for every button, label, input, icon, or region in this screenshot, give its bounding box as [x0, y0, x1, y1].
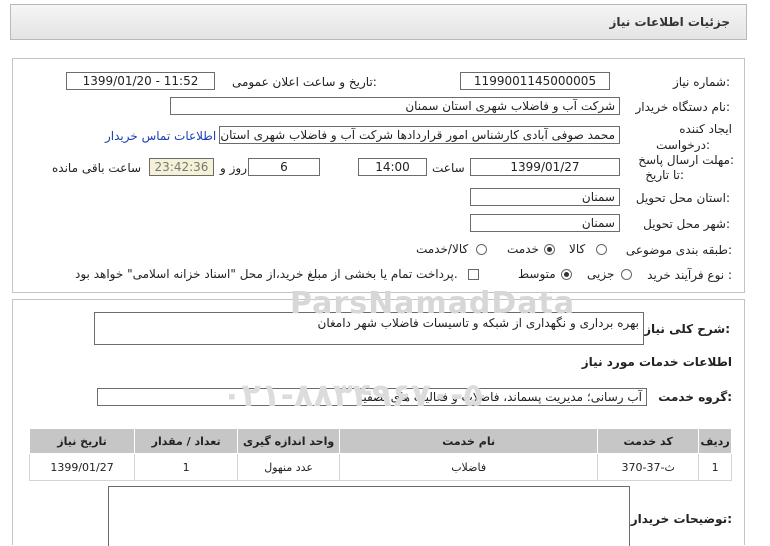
payment-checkbox[interactable] — [468, 269, 479, 280]
col-service-code: کد خدمت — [597, 428, 700, 454]
page-title: جزئیات اطلاعات نیاز — [609, 15, 730, 29]
process-radio-medium[interactable] — [561, 269, 572, 280]
category-radio-goods[interactable] — [596, 244, 607, 255]
creator-label-2: درخواست: — [656, 138, 710, 152]
cell-unit: عدد منهول — [237, 453, 341, 481]
process-option-minor: جزیی — [587, 267, 615, 281]
service-group-label: گروه خدمت: — [658, 390, 732, 404]
cell-need-date: 1399/01/27 — [28, 453, 136, 481]
col-row-number: ردیف — [698, 428, 732, 454]
buyer-org-label: نام دستگاه خریدار: — [635, 100, 731, 114]
category-radio-service[interactable] — [544, 244, 555, 255]
province-label: استان محل تحویل: — [635, 191, 730, 205]
days-field[interactable]: 6 — [248, 158, 320, 176]
col-quantity: تعداد / مقدار — [134, 428, 239, 454]
buyer-notes-label: توضیحات خریدار: — [630, 512, 732, 526]
cell-service-name: فاضلاب — [339, 453, 599, 481]
city-label: شهر محل تحویل: — [643, 217, 730, 231]
description-label: شرح کلی نیاز: — [644, 322, 730, 336]
contact-buyer-link[interactable]: اطلاعات تماس خریدار — [105, 129, 216, 143]
buyer-org-field[interactable]: شرکت آب و فاضلاب شهری استان سمنان — [170, 97, 620, 115]
services-table: ردیف کد خدمت نام خدمت واحد اندازه گیری ت… — [28, 428, 732, 481]
cell-quantity: 1 — [134, 453, 239, 481]
remaining-time-field: 23:42:36 — [149, 158, 214, 176]
announce-label: تاریخ و ساعت اعلان عمومی: — [232, 75, 377, 89]
category-option-goods-service: کالا/خدمت — [416, 242, 469, 256]
deadline-date-field[interactable]: 1399/01/27 — [470, 158, 620, 176]
province-field[interactable]: سمنان — [470, 188, 620, 206]
table-row[interactable]: 1 ث-37-370 فاضلاب عدد منهول 1 1399/01/27 — [28, 453, 732, 481]
deadline-label-1: مهلت ارسال پاسخ: — [638, 153, 734, 167]
cell-row-number: 1 — [698, 453, 732, 481]
category-option-service: خدمت — [507, 242, 539, 256]
category-option-goods: کالا — [569, 242, 586, 256]
days-label: روز و — [220, 161, 247, 175]
city-field[interactable]: سمنان — [470, 214, 620, 232]
remaining-label: ساعت باقی مانده — [52, 161, 142, 175]
buyer-notes-field[interactable] — [108, 486, 630, 546]
watermark-brand: ParsNamadData — [290, 286, 576, 321]
table-header-row: ردیف کد خدمت نام خدمت واحد اندازه گیری ت… — [28, 428, 732, 454]
process-option-medium: متوسط — [518, 267, 556, 281]
announce-datetime-field[interactable]: 1399/01/20 - 11:52 — [66, 72, 215, 90]
page-header: جزئیات اطلاعات نیاز — [10, 4, 747, 40]
watermark-phone: ۰۲۱-۸۸۳۴۹۶۷۰-۵ — [222, 376, 483, 414]
deadline-label-2: تا تاریخ: — [645, 168, 684, 182]
time-label: ساعت — [432, 161, 465, 175]
category-label: طبقه بندی موضوعی: — [625, 243, 732, 257]
col-unit: واحد اندازه گیری — [237, 428, 341, 454]
deadline-time-field[interactable]: 14:00 — [358, 158, 427, 176]
creator-field[interactable]: محمد صوفی آبادی کارشناس امور قراردادها ش… — [219, 126, 620, 144]
need-number-label: شماره نیاز: — [672, 75, 730, 89]
creator-label-1: ایجاد کننده — [679, 122, 732, 136]
category-radio-goods-service[interactable] — [476, 244, 487, 255]
process-radio-minor[interactable] — [621, 269, 632, 280]
process-label: نوع فرآیند خرید : — [647, 268, 732, 282]
col-need-date: تاریخ نیاز — [28, 428, 136, 454]
need-number-field[interactable]: 1199001145000005 — [460, 72, 610, 90]
services-section-title: اطلاعات خدمات مورد نیاز — [581, 355, 732, 369]
col-service-name: نام خدمت — [339, 428, 599, 454]
cell-service-code: ث-37-370 — [597, 453, 700, 481]
payment-note: پرداخت تمام یا بخشی از مبلغ خرید،از محل … — [75, 267, 458, 281]
